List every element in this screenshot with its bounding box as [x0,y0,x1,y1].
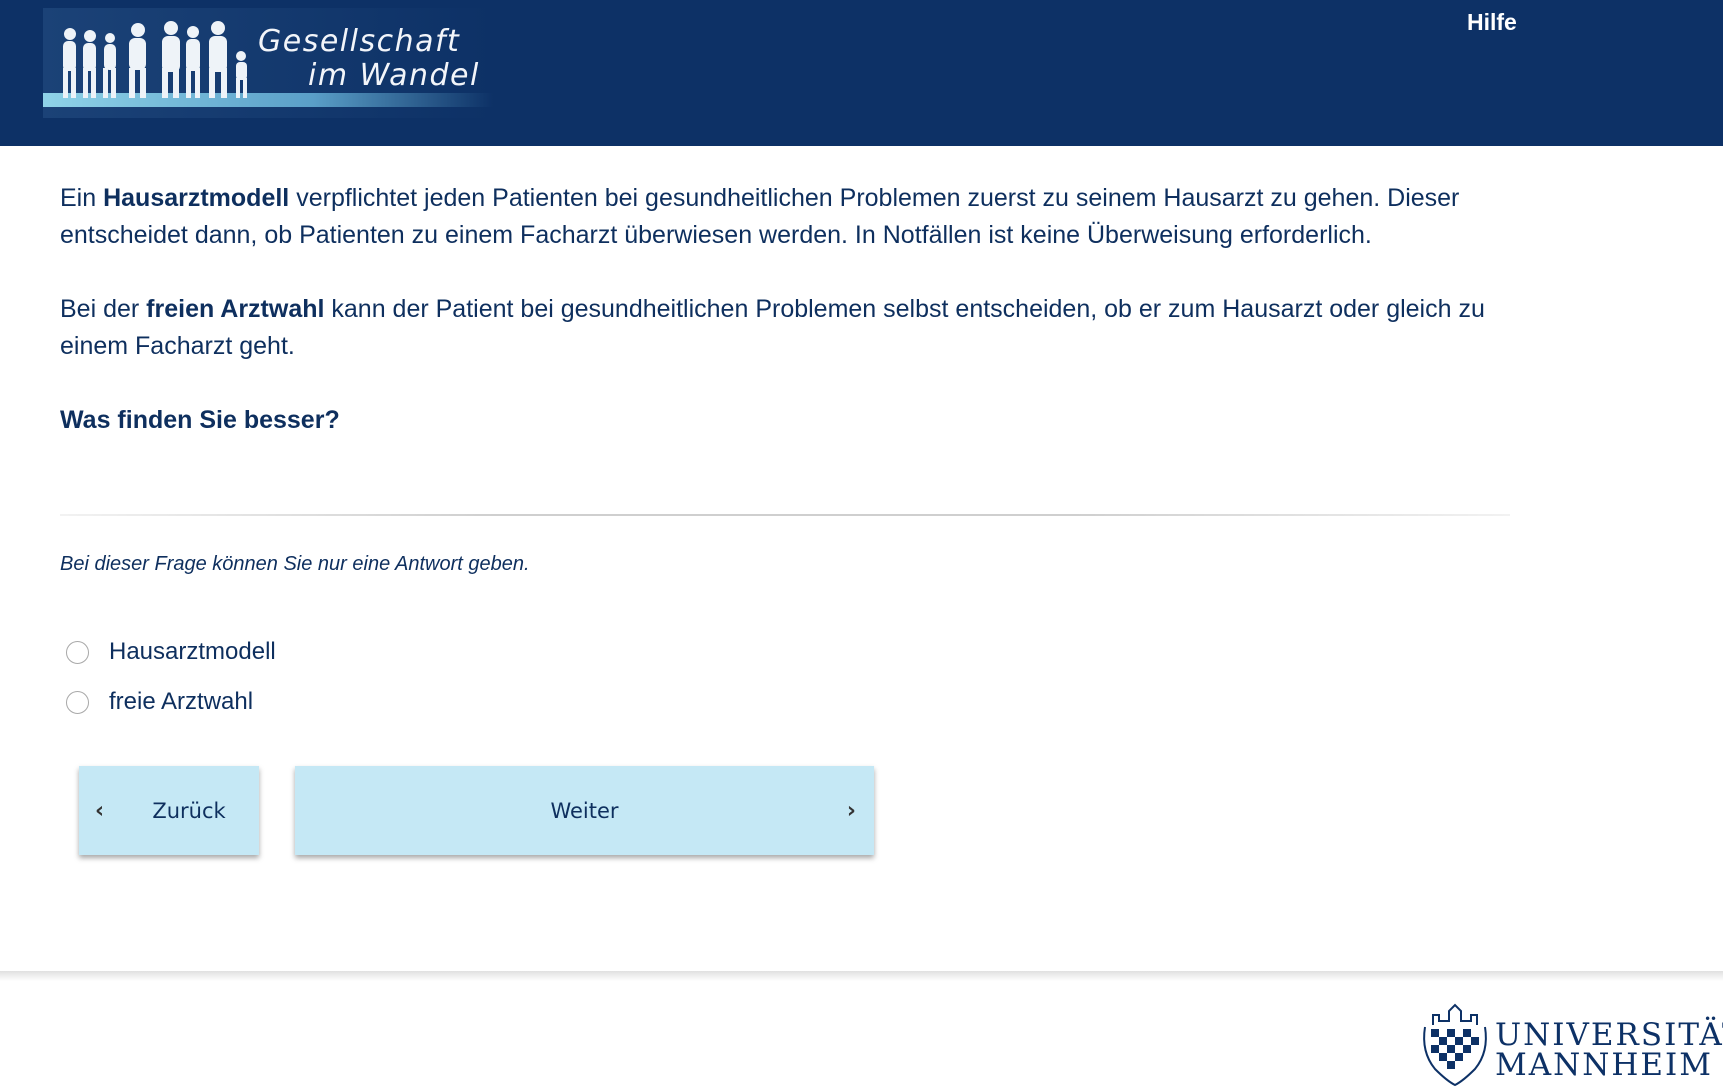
university-crest-icon [1423,1003,1487,1087]
para2-prefix: Bei der [60,295,147,323]
footer-separator [0,971,1723,981]
logo-text-line2: im Wandel [308,58,480,93]
para1-bold-term: Hausarztmodell [103,184,290,212]
site-header: Gesellschaft im Wandel Hilfe [0,0,1723,146]
intro-paragraph-freie-arztwahl: Bei der freien Arztwahl kann der Patient… [60,291,1520,365]
para1-prefix: Ein [60,184,104,212]
back-button-label: Zurück [152,798,226,823]
question-content: Ein Hausarztmodell verpflichtet jeden Pa… [60,180,1520,439]
help-link[interactable]: Hilfe [1467,9,1517,36]
chevron-left-icon: ‹ [95,798,105,823]
gesellschaft-im-wandel-logo: Gesellschaft im Wandel [43,8,493,118]
option-hausarztmodell[interactable]: Hausarztmodell [66,637,276,667]
chevron-right-icon: › [846,798,856,823]
answer-hint: Bei dieser Frage können Sie nur eine Ant… [60,553,530,575]
intro-paragraph-hausarztmodell: Ein Hausarztmodell verpflichtet jeden Pa… [60,180,1520,254]
university-name-line1: UNIVERSITÄT [1495,1017,1723,1053]
logo-text-line1: Gesellschaft [258,24,461,59]
radio-button[interactable] [66,640,89,664]
option-label: Hausarztmodell [109,638,276,665]
next-button[interactable]: Weiter › [295,766,874,855]
option-label: freie Arztwahl [109,688,254,715]
question-title: Was finden Sie besser? [60,406,340,434]
option-freie-arztwahl[interactable]: freie Arztwahl [66,687,253,717]
divider [60,514,1510,516]
university-name-line2: MANNHEIM [1495,1047,1714,1083]
back-button[interactable]: ‹ Zurück [79,766,259,855]
radio-button[interactable] [66,690,89,714]
para2-bold-term: freien Arztwahl [146,295,325,323]
next-button-label: Weiter [550,798,619,823]
